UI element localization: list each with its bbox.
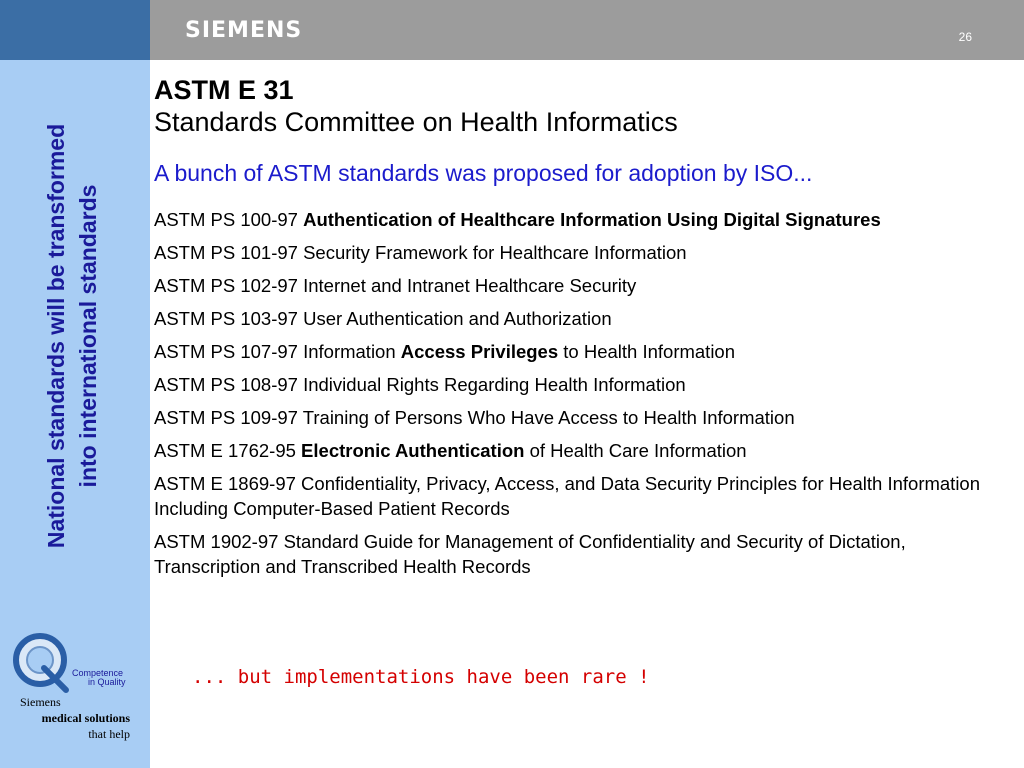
main-content: ASTM E 31 Standards Committee on Health … xyxy=(154,74,1004,587)
caption-line1: Siemens xyxy=(20,695,61,709)
list-item: ASTM PS 108-97 Individual Rights Regardi… xyxy=(154,374,686,395)
slide-subtitle: Standards Committee on Health Informatic… xyxy=(154,107,678,137)
standards-list: ASTM PS 100-97 Authentication of Healthc… xyxy=(154,207,1004,579)
closing-remark: ... but implementations have been rare ! xyxy=(192,666,650,688)
list-item: ASTM 1902-97 Standard Guide for Manageme… xyxy=(154,531,906,577)
list-item: ASTM E 1762-95 Electronic Authentication… xyxy=(154,440,747,461)
caption-line2: medical solutions xyxy=(41,711,130,725)
vertical-caption-line1: National standards will be transformed xyxy=(43,123,69,549)
caption-line3: that help xyxy=(88,727,130,741)
logo-caption: Siemens medical solutions that help xyxy=(0,694,130,742)
header-left-block xyxy=(0,0,150,60)
list-item: ASTM E 1869-97 Confidentiality, Privacy,… xyxy=(154,473,981,519)
highlight-statement: A bunch of ASTM standards was proposed f… xyxy=(154,160,813,186)
page-number: 26 xyxy=(958,30,972,44)
sidebar-vertical-caption: National standards will be transformed i… xyxy=(40,124,104,548)
list-item: ASTM PS 109-97 Training of Persons Who H… xyxy=(154,407,795,428)
slide-title: ASTM E 31 xyxy=(154,75,294,105)
list-item: ASTM PS 103-97 User Authentication and A… xyxy=(154,308,612,329)
list-item: ASTM PS 101-97 Security Framework for He… xyxy=(154,242,687,263)
list-item: ASTM PS 102-97 Internet and Intranet Hea… xyxy=(154,275,637,296)
quality-logo: Competence in Quality xyxy=(13,633,126,693)
list-item: ASTM PS 107-97 Information Access Privil… xyxy=(154,341,736,362)
logo-text-bottom: in Quality xyxy=(88,677,126,687)
list-item: ASTM PS 100-97 Authentication of Healthc… xyxy=(154,209,881,230)
brand-logo-text: SIEMENS xyxy=(185,18,303,43)
vertical-caption-line2: into international standards xyxy=(75,184,101,488)
